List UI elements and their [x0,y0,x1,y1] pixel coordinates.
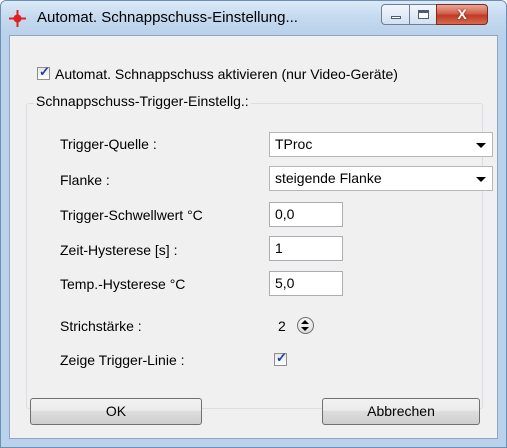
trigger-source-label: Trigger-Quelle : [60,136,157,152]
show-trigger-line-checkbox[interactable]: ✓ [274,350,287,366]
title-bar[interactable]: Automat. Schnappschuss-Einstellung... X [1,1,506,35]
group-title: Schnappschuss-Trigger-Einstellg.: [34,93,251,109]
chevron-down-icon [476,177,486,182]
trigger-source-value: TProc [275,136,313,152]
ok-button[interactable]: OK [30,398,202,425]
dialog-client-area: ✓ Automat. Schnappschuss aktivieren (nur… [9,35,498,439]
enable-snapshot-label: Automat. Schnappschuss aktivieren (nur V… [55,66,398,82]
dialog-window: Automat. Schnappschuss-Einstellung... X … [0,0,507,448]
edge-select[interactable]: steigende Flanke [269,166,493,191]
temp-hysteresis-input[interactable]: 5,0 [269,271,343,296]
line-width-label: Strichstärke : [60,318,142,334]
checkmark-icon: ✓ [39,64,50,79]
close-icon: X [457,6,467,22]
time-hysteresis-input[interactable]: 1 [269,236,343,261]
checkmark-icon: ✓ [276,350,287,365]
maximize-icon [418,10,429,19]
line-width-value[interactable]: 2 [278,318,286,334]
trigger-source-select[interactable]: TProc [269,132,493,157]
threshold-label: Trigger-Schwellwert °C [60,207,203,223]
time-hysteresis-label: Zeit-Hysterese [s] : [60,242,178,258]
maximize-button[interactable] [409,4,437,25]
line-width-spinner[interactable] [297,317,314,334]
minimize-icon [391,16,401,19]
temp-hysteresis-label: Temp.-Hysterese °C [60,276,186,292]
edge-label: Flanke : [60,172,110,188]
close-button[interactable]: X [436,4,488,25]
threshold-input[interactable]: 0,0 [269,202,343,227]
window-title: Automat. Schnappschuss-Einstellung... [37,9,298,26]
chevron-down-icon [476,143,486,148]
edge-value: steigende Flanke [275,170,382,186]
spin-down-icon [301,327,309,331]
crosshair-target-icon [9,10,26,27]
spin-up-icon [301,320,309,324]
enable-snapshot-checkbox[interactable]: ✓ [37,64,50,80]
cancel-button[interactable]: Abbrechen [322,398,480,425]
minimize-button[interactable] [381,4,410,25]
show-trigger-line-label: Zeige Trigger-Linie : [60,352,185,368]
